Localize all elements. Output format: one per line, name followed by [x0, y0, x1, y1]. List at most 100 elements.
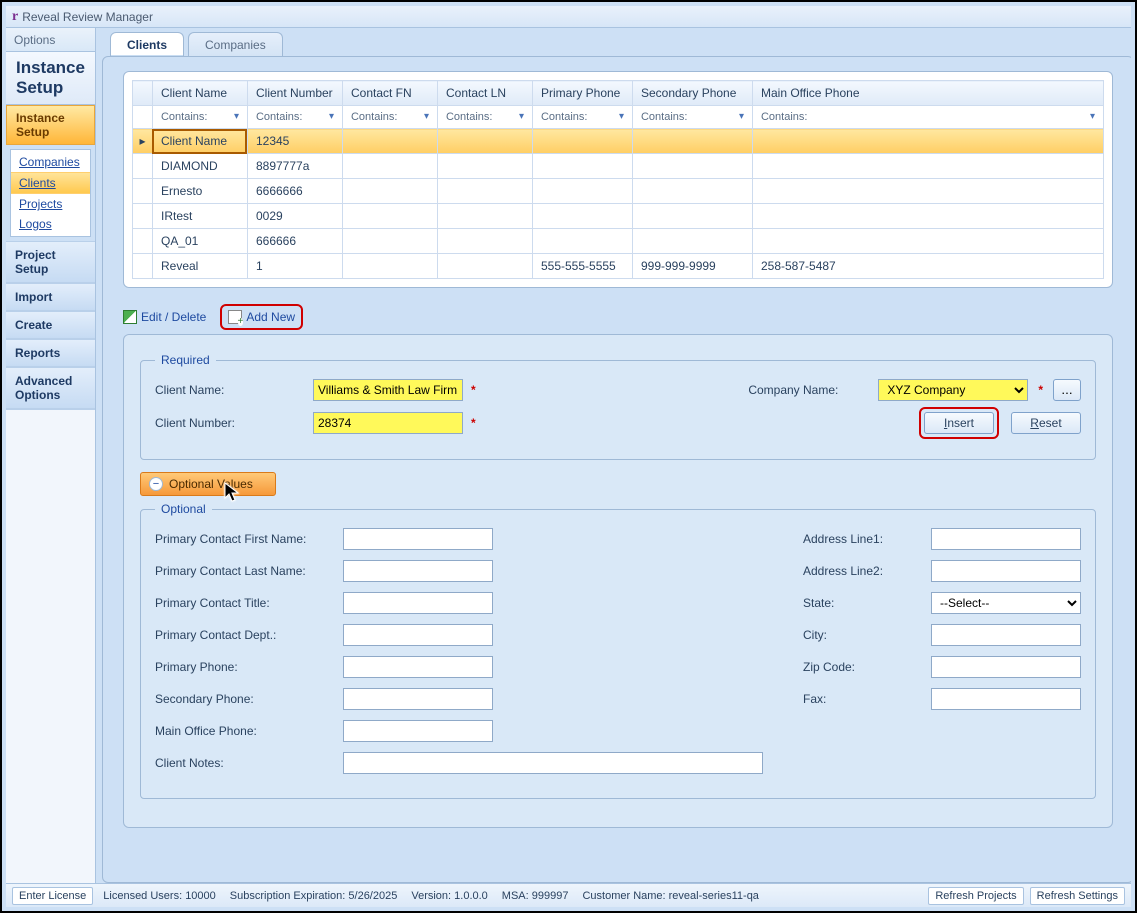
table-row[interactable]: Client Name12345 [132, 129, 1103, 154]
col-main-office-phone[interactable]: Main Office Phone [752, 81, 1103, 106]
enter-license-button[interactable]: Enter License [12, 887, 93, 905]
sidebar-item-clients[interactable]: Clients [11, 172, 90, 194]
add-new-button[interactable]: Add New [224, 308, 299, 326]
fax-label: Fax: [803, 692, 923, 706]
filter-icon[interactable]: ▾ [619, 111, 624, 122]
table-row[interactable]: IRtest0029 [132, 204, 1103, 229]
filter-icon[interactable]: ▾ [739, 111, 744, 122]
zip-input[interactable] [931, 656, 1081, 678]
pcd-input[interactable] [343, 624, 493, 646]
mop-label: Main Office Phone: [155, 724, 335, 738]
title-bar: r Reveal Review Manager [6, 6, 1131, 28]
client-number-input[interactable] [313, 412, 463, 434]
sidebar-section-create[interactable]: Create [6, 311, 95, 339]
grid-filter-row[interactable]: Contains:▾ Contains:▾ Contains:▾ Contain… [132, 106, 1103, 129]
licensed-users-label: Licensed Users: 10000 [99, 890, 220, 902]
filter-icon[interactable]: ▾ [329, 111, 334, 122]
sp-input[interactable] [343, 688, 493, 710]
msa-label: MSA: 999997 [498, 890, 573, 902]
filter-icon[interactable]: ▾ [234, 111, 239, 122]
reset-button[interactable]: Reset [1011, 412, 1081, 434]
sidebar-panel-title: Instance Setup [6, 52, 95, 105]
optional-values-expander[interactable]: − Optional Values [140, 472, 276, 496]
sidebar-empty-area [6, 409, 95, 883]
add-icon [228, 310, 242, 324]
edit-delete-button[interactable]: Edit / Delete [123, 310, 206, 324]
a1-label: Address Line1: [803, 532, 923, 546]
pcln-input[interactable] [343, 560, 493, 582]
grid-actions: Edit / Delete Add New [123, 308, 1113, 326]
fax-input[interactable] [931, 688, 1081, 710]
col-secondary-phone[interactable]: Secondary Phone [632, 81, 752, 106]
company-lookup-button[interactable]: ... [1053, 379, 1081, 401]
pp-input[interactable] [343, 656, 493, 678]
city-input[interactable] [931, 624, 1081, 646]
window-title: Reveal Review Manager [22, 10, 153, 24]
required-asterisk: * [471, 416, 476, 430]
sidebar-nav-list: Companies Clients Projects Logos [10, 149, 91, 237]
sp-label: Secondary Phone: [155, 692, 335, 706]
sidebar-section-advanced-options[interactable]: Advanced Options [6, 367, 95, 409]
add-new-label: Add New [246, 310, 295, 324]
state-select[interactable]: --Select-- [931, 592, 1081, 614]
optional-fieldset: Optional Primary Contact First Name: Pri… [140, 502, 1096, 799]
table-row[interactable]: DIAMOND8897777a [132, 154, 1103, 179]
company-name-select[interactable]: XYZ Company [878, 379, 1028, 401]
optional-legend: Optional [155, 502, 212, 516]
app-logo-icon: r [12, 9, 18, 25]
a2-label: Address Line2: [803, 564, 923, 578]
clients-grid[interactable]: Client Name Client Number Contact FN Con… [132, 80, 1104, 279]
notes-input[interactable] [343, 752, 763, 774]
filter-icon[interactable]: ▾ [519, 111, 524, 122]
col-primary-phone[interactable]: Primary Phone [532, 81, 632, 106]
client-name-input[interactable] [313, 379, 463, 401]
required-asterisk: * [1038, 383, 1043, 397]
table-row[interactable]: Ernesto6666666 [132, 179, 1103, 204]
pcd-label: Primary Contact Dept.: [155, 628, 335, 642]
pct-input[interactable] [343, 592, 493, 614]
table-row[interactable]: Reveal1555-555-5555999-999-9999258-587-5… [132, 254, 1103, 279]
tab-companies[interactable]: Companies [188, 32, 283, 56]
sidebar-section-import[interactable]: Import [6, 283, 95, 311]
pcfn-input[interactable] [343, 528, 493, 550]
col-client-number[interactable]: Client Number [247, 81, 342, 106]
col-contact-fn[interactable]: Contact FN [342, 81, 437, 106]
col-client-name[interactable]: Client Name [152, 81, 247, 106]
city-label: City: [803, 628, 923, 642]
a1-input[interactable] [931, 528, 1081, 550]
state-label: State: [803, 596, 923, 610]
options-menu[interactable]: Options [6, 28, 95, 52]
main-area: Clients Companies Client Name Clien [96, 28, 1131, 883]
sidebar-section-instance-setup[interactable]: Instance Setup [6, 105, 95, 145]
sidebar-item-companies[interactable]: Companies [11, 152, 90, 172]
sidebar-section-project-setup[interactable]: Project Setup [6, 241, 95, 283]
mop-input[interactable] [343, 720, 493, 742]
required-asterisk: * [471, 383, 476, 397]
tab-pane-clients: Client Name Client Number Contact FN Con… [102, 56, 1131, 883]
edit-icon [123, 310, 137, 324]
tab-clients[interactable]: Clients [110, 32, 184, 56]
pp-label: Primary Phone: [155, 660, 335, 674]
sidebar-section-reports[interactable]: Reports [6, 339, 95, 367]
col-contact-ln[interactable]: Contact LN [437, 81, 532, 106]
insert-button[interactable]: Insert [924, 412, 994, 434]
pcfn-label: Primary Contact First Name: [155, 532, 335, 546]
client-name-label: Client Name: [155, 383, 305, 397]
required-fieldset: Required Client Name: * Company Name: XY… [140, 353, 1096, 460]
grid-header-row: Client Name Client Number Contact FN Con… [132, 81, 1103, 106]
sidebar-item-projects[interactable]: Projects [11, 194, 90, 214]
subscription-expiration-label: Subscription Expiration: 5/26/2025 [226, 890, 402, 902]
pct-label: Primary Contact Title: [155, 596, 335, 610]
filter-icon[interactable]: ▾ [1090, 111, 1095, 122]
add-client-form: Required Client Name: * Company Name: XY… [123, 334, 1113, 828]
company-name-label: Company Name: [748, 383, 868, 397]
sidebar-item-logos[interactable]: Logos [11, 214, 90, 234]
filter-icon[interactable]: ▾ [424, 111, 429, 122]
collapse-icon: − [149, 477, 163, 491]
refresh-settings-button[interactable]: Refresh Settings [1030, 887, 1125, 905]
table-row[interactable]: QA_01666666 [132, 229, 1103, 254]
edit-delete-label: Edit / Delete [141, 310, 206, 324]
optional-values-label: Optional Values [169, 477, 253, 491]
refresh-projects-button[interactable]: Refresh Projects [928, 887, 1023, 905]
a2-input[interactable] [931, 560, 1081, 582]
